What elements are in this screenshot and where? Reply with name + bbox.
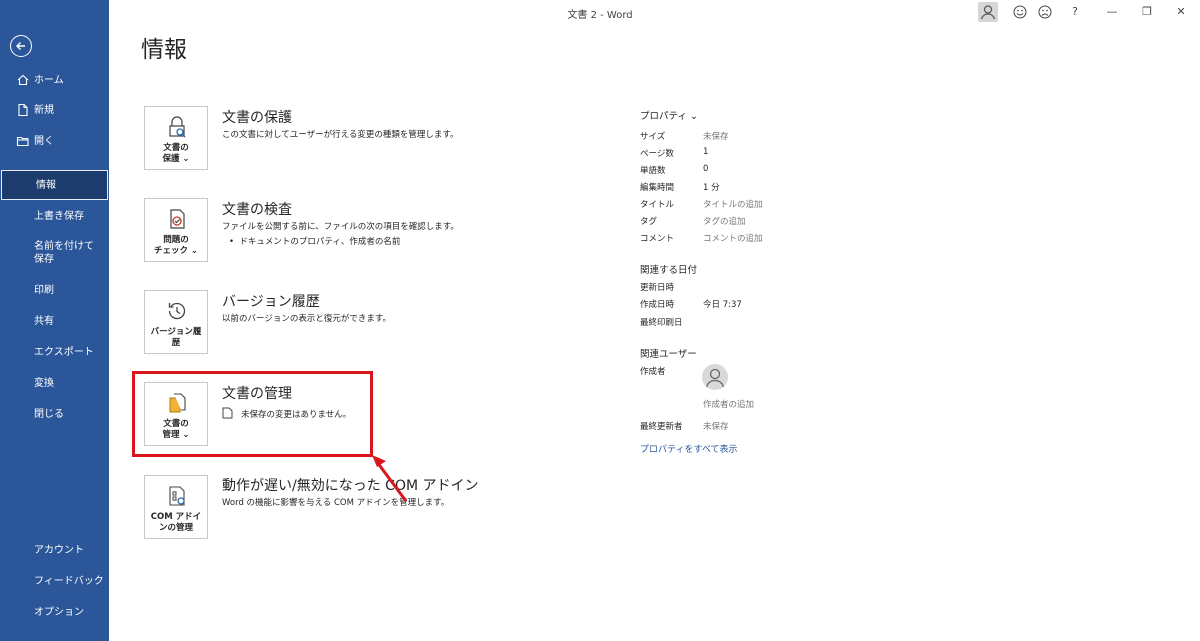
prop-label-words: 単語数 (640, 166, 666, 176)
sidebar-item-label: オプション (34, 606, 84, 618)
smile-feedback-icon[interactable] (1011, 4, 1029, 20)
button-label: バージョン履 歴 (150, 327, 202, 348)
version-history-description: 以前のバージョンの表示と復元ができます。 (222, 314, 391, 324)
inspect-document-bullet: • ドキュメントのプロパティ、作成者の名前 (229, 235, 400, 247)
properties-dropdown[interactable]: プロパティ ⌄ (640, 108, 698, 122)
sidebar-item-info[interactable]: 情報 (1, 170, 108, 200)
sidebar-item-options[interactable]: オプション (0, 598, 109, 626)
inspect-document-description: ファイルを公開する前に、ファイルの次の項目を確認します。 (222, 222, 459, 232)
button-label: 問題の チェック ⌄ (153, 235, 199, 256)
close-button[interactable]: ✕ (1172, 4, 1190, 20)
sidebar-item-label: 名前を付けて保存 (34, 241, 94, 265)
prop-value-created: 今日 7:37 (703, 300, 742, 310)
sidebar-item-open[interactable]: 開く (0, 127, 109, 155)
protect-document-description: この文書に対してユーザーが行える変更の種類を管理します。 (222, 130, 459, 140)
version-history-icon (168, 302, 186, 320)
sidebar-item-label: 閉じる (34, 408, 64, 420)
sidebar-item-export[interactable]: エクスポート (0, 338, 109, 366)
back-arrow-icon[interactable] (10, 35, 32, 57)
help-button[interactable]: ? (1066, 4, 1084, 20)
new-document-icon (18, 103, 28, 117)
highlight-box (132, 371, 373, 457)
prop-label-author: 作成者 (640, 367, 666, 377)
sidebar-item-new[interactable]: 新規 (0, 96, 109, 124)
prop-label-last-modified-by: 最終更新者 (640, 422, 683, 432)
prop-label-size: サイズ (640, 132, 666, 142)
sidebar-item-label: 上書き保存 (34, 210, 84, 222)
person-icon (705, 368, 725, 388)
com-addins-button[interactable]: COM アドイ ンの管理 (144, 475, 208, 539)
prop-value-words: 0 (703, 164, 709, 174)
sidebar-item-label: 印刷 (34, 284, 54, 296)
prop-value-edit-time: 1 分 (703, 183, 720, 193)
frown-feedback-icon[interactable] (1036, 4, 1054, 20)
sidebar-item-label: 開く (34, 135, 54, 147)
sidebar-item-label: ホーム (34, 74, 64, 86)
sidebar-item-save[interactable]: 上書き保存 (0, 202, 109, 230)
page-title: 情報 (141, 37, 187, 63)
home-icon (17, 74, 29, 86)
sidebar-item-label: アカウント (34, 544, 84, 556)
sidebar-item-label: 情報 (36, 179, 56, 191)
show-all-properties-link[interactable]: プロパティをすべて表示 (640, 442, 737, 455)
person-icon (980, 5, 996, 20)
prop-value-comments-input[interactable]: コメントの追加 (703, 232, 763, 244)
prop-label-title: タイトル (640, 200, 675, 210)
restore-button[interactable]: ❐ (1138, 4, 1156, 20)
prop-value-tags-input[interactable]: タグの追加 (703, 215, 746, 227)
prop-label-tags: タグ (640, 217, 658, 227)
protect-document-button[interactable]: 文書の 保護 ⌄ (144, 106, 208, 170)
inspect-document-title: 文書の検査 (222, 202, 292, 218)
prop-label-last-printed: 最終印刷日 (640, 318, 683, 328)
button-label: 文書の 保護 ⌄ (162, 143, 190, 164)
prop-label-created: 作成日時 (640, 300, 675, 310)
prop-value-last-modified-by: 未保存 (703, 422, 729, 432)
add-author-input[interactable]: 作成者の追加 (703, 398, 754, 410)
button-label: COM アドイ ンの管理 (150, 512, 202, 533)
sidebar-item-save-as[interactable]: 名前を付けて保存 (0, 236, 109, 270)
sidebar-item-label: 共有 (34, 315, 54, 327)
annotation-arrow-icon (372, 455, 408, 502)
sidebar-item-close[interactable]: 閉じる (0, 400, 109, 428)
account-avatar[interactable] (978, 2, 998, 22)
protect-document-title: 文書の保護 (222, 110, 292, 126)
sidebar-item-label: エクスポート (34, 346, 94, 358)
related-dates-header: 関連する日付 (640, 265, 698, 276)
sidebar-item-transform[interactable]: 変換 (0, 369, 109, 397)
inspect-document-icon (170, 209, 185, 229)
sidebar-item-home[interactable]: ホーム (0, 66, 109, 94)
lock-search-icon (169, 116, 186, 138)
prop-label-edit-time: 編集時間 (640, 183, 675, 193)
open-folder-icon (16, 136, 29, 147)
author-avatar (702, 364, 728, 390)
version-history-button[interactable]: バージョン履 歴 (144, 290, 208, 354)
prop-label-pages: ページ数 (640, 149, 674, 159)
com-addins-title: 動作が遅い/無効になった COM アドイン (222, 478, 479, 494)
minimize-button[interactable]: — (1103, 4, 1121, 20)
prop-label-modified: 更新日時 (640, 283, 675, 293)
com-addin-icon (169, 486, 185, 506)
version-history-title: バージョン履歴 (222, 294, 320, 310)
sidebar-item-account[interactable]: アカウント (0, 536, 109, 564)
backstage-sidebar: ホーム 新規 開く 情報 上書き保存 名前を付けて保存 印刷 共有 エクスポート… (0, 0, 109, 641)
prop-value-title-input[interactable]: タイトルの追加 (703, 198, 763, 210)
bullet-text: ドキュメントのプロパティ、作成者の名前 (239, 237, 401, 247)
prop-value-pages: 1 (703, 147, 709, 157)
sidebar-item-share[interactable]: 共有 (0, 307, 109, 335)
sidebar-item-label: フィードバック (34, 575, 104, 587)
check-issues-button[interactable]: 問題の チェック ⌄ (144, 198, 208, 262)
bullet-icon: • (229, 237, 240, 247)
prop-label-comments: コメント (640, 234, 675, 244)
sidebar-item-label: 新規 (34, 104, 54, 116)
sidebar-item-feedback[interactable]: フィードバック (0, 567, 109, 595)
sidebar-item-print[interactable]: 印刷 (0, 276, 109, 304)
sidebar-item-label: 変換 (34, 377, 54, 389)
prop-value-size: 未保存 (703, 132, 729, 142)
related-people-header: 関連ユーザー (640, 349, 697, 360)
